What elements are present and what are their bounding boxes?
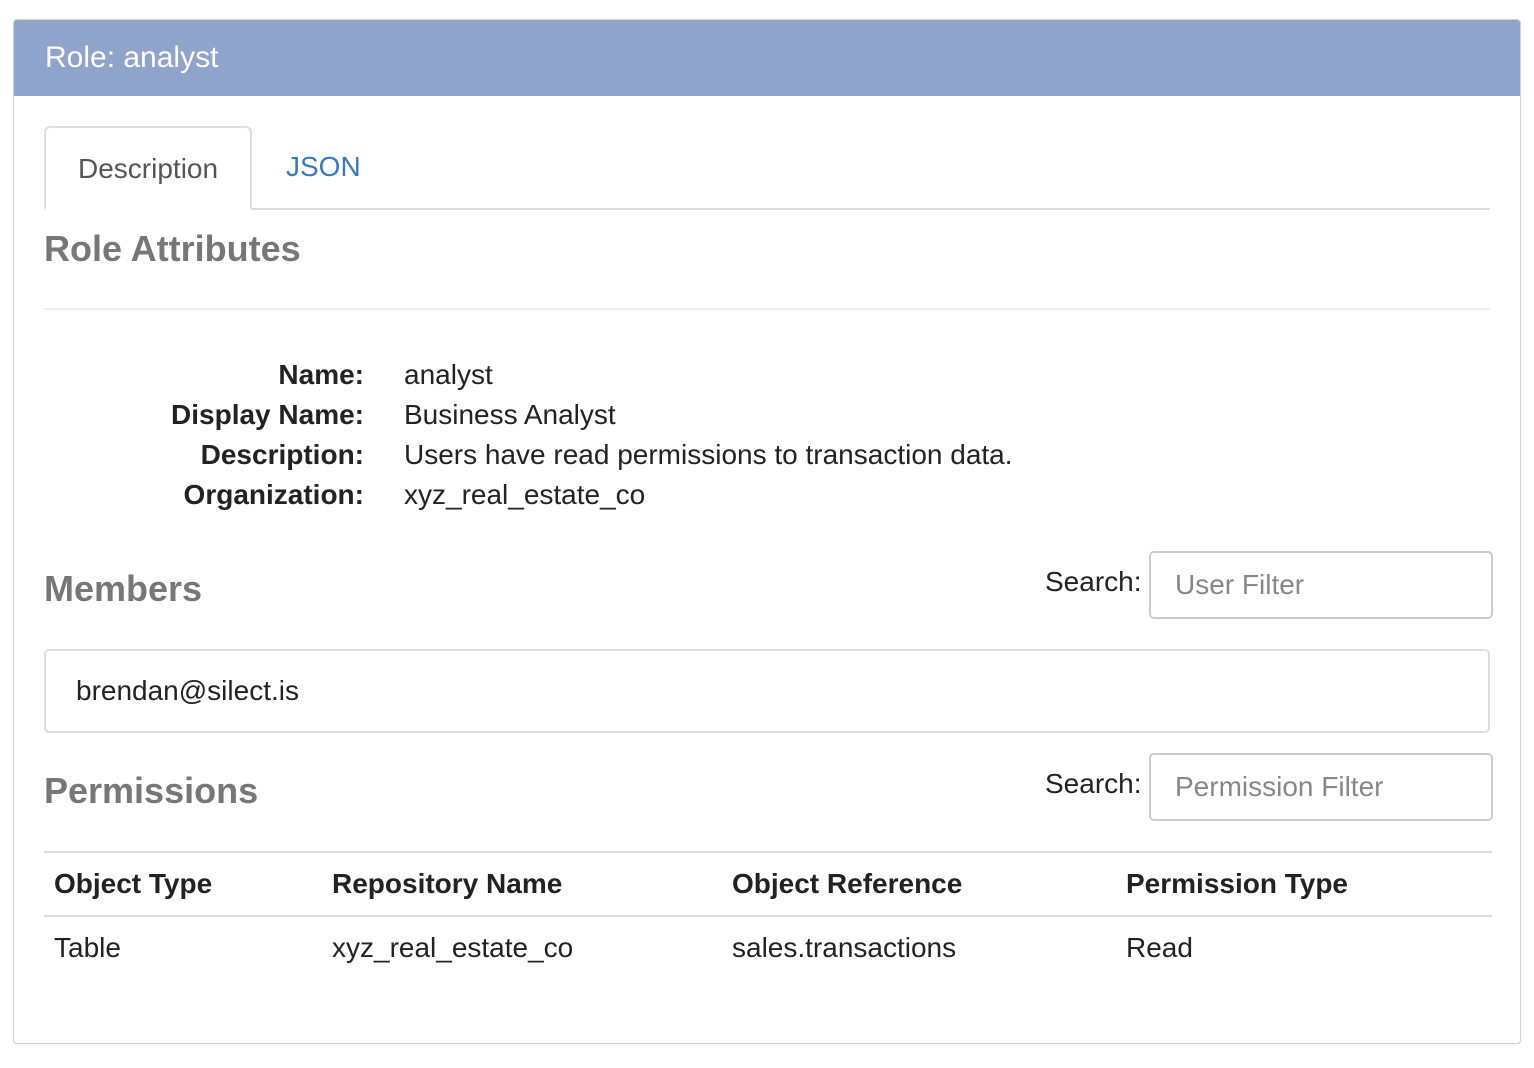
- permissions-table: Object Type Repository Name Object Refer…: [44, 851, 1492, 979]
- attribute-value: analyst: [404, 359, 493, 390]
- attribute-label: Name:: [278, 359, 364, 390]
- section-divider: [44, 308, 1490, 310]
- tab-description[interactable]: Description: [44, 126, 253, 210]
- members-heading: Members: [44, 568, 203, 609]
- member-item[interactable]: brendan@silect.is: [76, 651, 299, 731]
- permissions-search-label: Search:: [1045, 768, 1142, 799]
- members-list: brendan@silect.is: [44, 649, 1490, 733]
- attribute-label: Description:: [200, 439, 364, 470]
- column-header-object-type[interactable]: Object Type: [44, 851, 322, 917]
- permission-filter-input[interactable]: [1149, 753, 1493, 821]
- table-cell: sales.transactions: [732, 932, 957, 963]
- attribute-value: Business Analyst: [404, 399, 616, 430]
- panel-title: Role: analyst: [14, 20, 1520, 96]
- column-header-permission-type[interactable]: Permission Type: [1116, 851, 1492, 917]
- permissions-heading: Permissions: [44, 770, 259, 811]
- attribute-value: Users have read permissions to transacti…: [404, 439, 1013, 470]
- table-row[interactable]: Table xyz_real_estate_co sales.transacti…: [44, 916, 1492, 979]
- tab-bar: Description JSON: [44, 126, 1490, 240]
- table-header-row: Object Type Repository Name Object Refer…: [44, 851, 1492, 917]
- table-cell: Table: [54, 932, 121, 963]
- panel-body: Description JSON: [14, 126, 1520, 240]
- role-attributes-heading: Role Attributes: [44, 228, 301, 269]
- table-cell: Read: [1126, 932, 1193, 963]
- tab-bar-divider: [44, 208, 1490, 210]
- column-header-object-reference[interactable]: Object Reference: [722, 851, 1116, 917]
- tab-json[interactable]: JSON: [254, 126, 393, 208]
- table-cell: xyz_real_estate_co: [332, 932, 574, 963]
- attribute-value: xyz_real_estate_co: [404, 479, 646, 510]
- user-filter-input[interactable]: [1149, 551, 1493, 619]
- attribute-label: Display Name:: [171, 399, 364, 430]
- attribute-label: Organization:: [183, 479, 364, 510]
- members-search-label: Search:: [1045, 566, 1142, 597]
- column-header-repository-name[interactable]: Repository Name: [322, 851, 722, 917]
- role-panel: Role: analyst Description JSON Role Attr…: [13, 19, 1521, 1044]
